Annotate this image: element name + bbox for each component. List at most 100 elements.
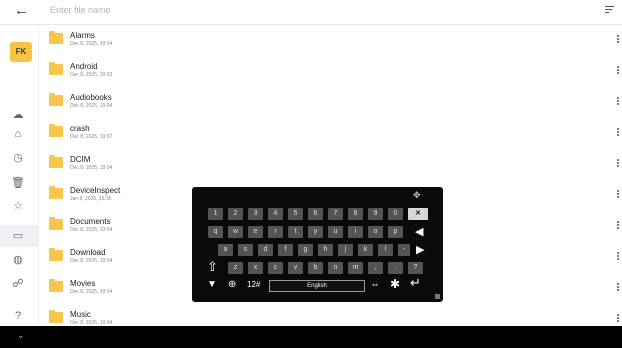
file-name: Android: [70, 62, 98, 71]
key[interactable]: 6: [308, 208, 323, 220]
home-icon[interactable]: ⌂: [10, 126, 26, 142]
key[interactable]: 2: [228, 208, 243, 220]
key[interactable]: ?: [408, 262, 423, 274]
file-date: Dec 8, 2025, 19:04: [70, 258, 113, 264]
key[interactable]: 7: [328, 208, 343, 220]
folder-icon: [49, 186, 63, 199]
hide-keyboard-icon[interactable]: ▼: [207, 279, 217, 291]
key[interactable]: x: [248, 262, 263, 274]
key[interactable]: n: [328, 262, 343, 274]
side-rail: FK ☁ ⌂ ◷ 🗑 ☆ ▭ ◍ ☍ ?: [0, 25, 39, 325]
trash-icon[interactable]: 🗑: [10, 175, 26, 191]
spacebar-key[interactable]: English: [269, 280, 365, 292]
network-icon[interactable]: ☍: [10, 276, 26, 292]
shift-key[interactable]: ⇧: [207, 260, 218, 274]
key[interactable]: ,: [368, 262, 383, 274]
chevron-down-icon[interactable]: ⌄: [17, 330, 25, 341]
file-date: Dec 8, 2025, 19:04: [70, 103, 113, 109]
file-date: Dec 8, 2025, 19:03: [70, 72, 113, 78]
key[interactable]: .: [388, 262, 403, 274]
help-icon[interactable]: ?: [10, 308, 26, 324]
more-options-icon[interactable]: [617, 35, 620, 44]
more-options-icon[interactable]: [617, 252, 620, 261]
key[interactable]: c: [268, 262, 283, 274]
key[interactable]: s: [238, 244, 253, 256]
key[interactable]: t: [288, 226, 303, 238]
settings-icon[interactable]: ✱: [390, 278, 400, 290]
back-arrow-icon[interactable]: ←: [14, 2, 29, 19]
file-date: Dec 8, 2025, 19:07: [70, 134, 113, 140]
key[interactable]: z: [228, 262, 243, 274]
cloud-upload-icon[interactable]: ☁: [10, 107, 26, 123]
folder-icon: [49, 310, 63, 323]
more-options-icon[interactable]: [617, 128, 620, 137]
more-options-icon[interactable]: [617, 66, 620, 75]
more-options-icon[interactable]: [617, 97, 620, 106]
key[interactable]: d: [258, 244, 273, 256]
key[interactable]: 5: [288, 208, 303, 220]
key[interactable]: 8: [348, 208, 363, 220]
folder-icon: [49, 31, 63, 44]
more-options-icon[interactable]: [617, 283, 620, 292]
key[interactable]: r: [268, 226, 283, 238]
arrow-left-key[interactable]: ◀: [415, 226, 423, 238]
key[interactable]: b: [308, 262, 323, 274]
key[interactable]: w: [228, 226, 243, 238]
enter-key[interactable]: ↵: [410, 276, 421, 289]
folder-icon: [49, 248, 63, 261]
key[interactable]: 0: [388, 208, 403, 220]
key[interactable]: 3: [248, 208, 263, 220]
folder-icon: [49, 217, 63, 230]
list-item[interactable]: Android Dec 8, 2025, 19:03: [40, 56, 622, 87]
file-date: Dec 8, 2025, 19:04: [70, 165, 113, 171]
list-item[interactable]: Audiobooks Dec 8, 2025, 19:04: [40, 87, 622, 118]
key[interactable]: k: [358, 244, 373, 256]
top-bar: ← Enter file name: [0, 0, 622, 25]
file-date: Jan 8, 2026, 16:36: [70, 196, 112, 202]
key[interactable]: l: [378, 244, 393, 256]
backspace-key[interactable]: ✕: [408, 208, 428, 220]
key[interactable]: v: [288, 262, 303, 274]
mode-switch-key[interactable]: 12#: [247, 279, 260, 291]
key[interactable]: q: [208, 226, 223, 238]
search-input[interactable]: Enter file name: [50, 5, 111, 15]
key[interactable]: 1: [208, 208, 223, 220]
key[interactable]: i: [348, 226, 363, 238]
key[interactable]: g: [298, 244, 313, 256]
app-logo: FK: [10, 42, 32, 62]
key[interactable]: f: [278, 244, 293, 256]
key[interactable]: a: [218, 244, 233, 256]
globe-icon[interactable]: ⊕: [228, 279, 236, 291]
more-options-icon[interactable]: [617, 221, 620, 230]
star-icon[interactable]: ☆: [10, 198, 26, 214]
key[interactable]: 4: [268, 208, 283, 220]
resize-keyboard-icon[interactable]: ⇔: [370, 279, 380, 291]
key[interactable]: 9: [368, 208, 383, 220]
more-options-icon[interactable]: [617, 314, 620, 323]
sort-icon[interactable]: [605, 6, 614, 15]
file-name: Music: [70, 310, 91, 319]
key[interactable]: e: [248, 226, 263, 238]
list-item[interactable]: crash Dec 8, 2025, 19:07: [40, 118, 622, 149]
file-name: Alarms: [70, 31, 95, 40]
clock-icon[interactable]: ◷: [10, 150, 26, 166]
more-options-icon[interactable]: [617, 159, 620, 168]
key[interactable]: h: [318, 244, 333, 256]
key[interactable]: y: [308, 226, 323, 238]
move-keyboard-icon[interactable]: ✥: [413, 189, 421, 201]
monitor-icon[interactable]: ▭: [10, 228, 26, 244]
list-item[interactable]: DCIM Dec 8, 2025, 19:04: [40, 149, 622, 180]
globe-icon[interactable]: ◍: [10, 252, 26, 268]
file-date: Dec 8, 2025, 19:04: [70, 227, 113, 233]
key[interactable]: o: [368, 226, 383, 238]
key[interactable]: j: [338, 244, 353, 256]
list-item[interactable]: Alarms Dec 8, 2025, 19:04: [40, 25, 622, 56]
more-options-icon[interactable]: [617, 190, 620, 199]
key[interactable]: u: [328, 226, 343, 238]
folder-icon: [49, 155, 63, 168]
arrow-right-key[interactable]: ▶: [416, 244, 424, 256]
key[interactable]: m: [348, 262, 363, 274]
key[interactable]: -: [398, 244, 410, 256]
key[interactable]: p: [388, 226, 403, 238]
resize-handle-icon[interactable]: [435, 294, 440, 299]
